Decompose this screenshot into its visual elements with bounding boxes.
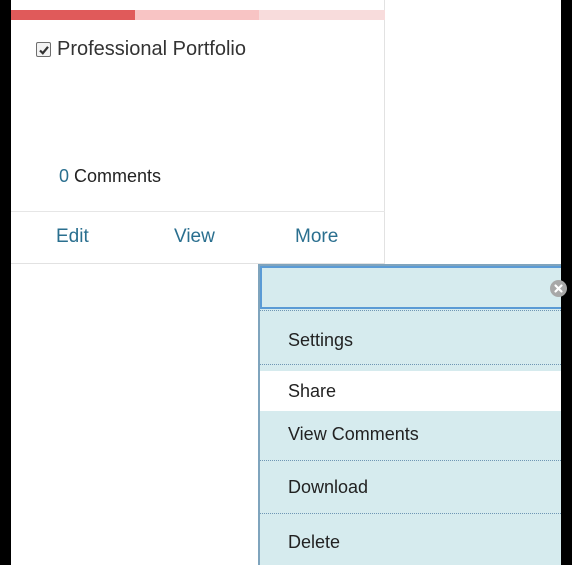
close-x-glyph xyxy=(554,284,563,293)
progress-bar xyxy=(11,10,385,20)
menu-separator xyxy=(260,460,561,461)
menu-item-label: Delete xyxy=(288,532,341,552)
screen: Professional Portfolio 0 Comments Edit Vi… xyxy=(0,0,572,565)
menu-item-settings[interactable]: Settings xyxy=(260,318,561,362)
left-frame-bar xyxy=(0,0,11,565)
menu-header xyxy=(260,266,567,309)
menu-separator xyxy=(260,513,561,514)
menu-item-view-comments[interactable]: View Comments xyxy=(260,416,561,452)
comments-count: 0 xyxy=(59,166,70,186)
edit-link[interactable]: Edit xyxy=(56,226,89,248)
progress-segment-1 xyxy=(11,10,135,20)
card-title-text: Professional Portfolio xyxy=(57,38,246,60)
close-icon[interactable] xyxy=(550,280,567,297)
checkmark-icon xyxy=(39,46,49,55)
progress-segment-3 xyxy=(259,10,385,20)
menu-separator xyxy=(260,364,561,365)
menu-item-label: View Comments xyxy=(288,423,419,444)
card-actions: Edit View More xyxy=(11,212,385,264)
view-link[interactable]: View xyxy=(174,226,215,248)
menu-separator xyxy=(260,310,561,311)
portfolio-card: Professional Portfolio 0 Comments Edit Vi… xyxy=(11,0,385,264)
menu-item-share[interactable]: Share xyxy=(260,371,561,411)
select-checkbox[interactable] xyxy=(36,42,51,57)
menu-item-download[interactable]: Download xyxy=(260,464,561,510)
progress-segment-2 xyxy=(135,10,259,20)
menu-item-label: Download xyxy=(288,476,369,497)
menu-item-delete[interactable]: Delete xyxy=(260,520,561,565)
card-title: Professional Portfolio xyxy=(36,38,246,61)
menu-item-label: Share xyxy=(288,380,337,401)
more-menu: Settings Share View Comments Download De… xyxy=(258,264,567,565)
more-link[interactable]: More xyxy=(295,226,338,248)
comments-label: Comments xyxy=(74,166,162,186)
comments-link[interactable]: 0 Comments xyxy=(59,166,161,187)
menu-item-label: Settings xyxy=(288,329,354,350)
